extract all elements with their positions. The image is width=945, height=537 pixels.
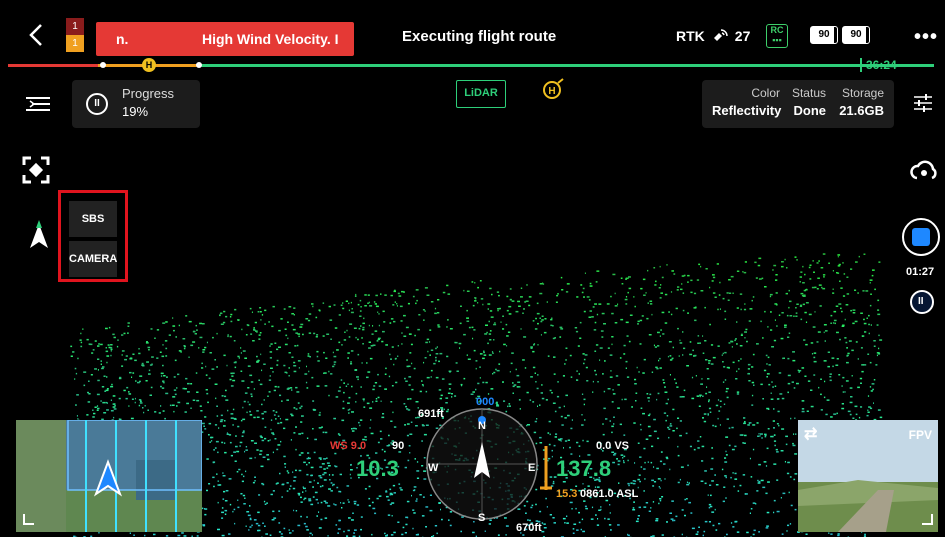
battery-right-value: 90 — [850, 29, 862, 40]
lidar-button[interactable]: LiDAR — [456, 80, 506, 108]
remaining-time: 36:24 — [860, 58, 897, 72]
rtk-label: RTK — [676, 28, 705, 44]
home-point-marker: H — [142, 58, 156, 72]
rc-signal-icon[interactable]: RC ▪▪▪ — [766, 24, 788, 48]
wind-direction: 90 — [392, 440, 405, 452]
satellite-icon — [713, 29, 728, 41]
compass-e: E — [528, 462, 536, 474]
aircraft-heading-icon — [30, 220, 48, 248]
height-top: 691ft — [418, 408, 444, 420]
pause-route-button[interactable]: II — [86, 93, 108, 115]
lidar-info-card[interactable]: Color Reflectivity Status Done Storage 2… — [702, 80, 894, 128]
flight-status: Executing flight route — [402, 28, 557, 45]
storage-value: 21.6GB — [839, 103, 884, 118]
color-value: Reflectivity — [712, 103, 782, 118]
height-bottom: 670ft — [516, 522, 542, 534]
back-icon[interactable] — [24, 22, 50, 48]
recording-time: 01:27 — [906, 266, 935, 278]
swap-view-icon[interactable]: ⇄ — [804, 424, 817, 444]
expand-fpv-icon[interactable] — [920, 512, 934, 526]
alert-message: High Wind Velocity. I — [202, 31, 339, 47]
vertical-speed: 0.0 VS — [596, 440, 630, 452]
alert-fragment: n. — [116, 31, 129, 47]
home-point-icon: H — [543, 78, 564, 99]
aircraft-battery[interactable]: 90 — [810, 26, 838, 44]
focus-frame-icon[interactable] — [22, 156, 50, 184]
compass-n: N — [478, 420, 486, 432]
status-label: Status — [791, 86, 826, 100]
progress-card[interactable]: II Progress 19% — [72, 80, 200, 128]
altitude: 137.8 — [556, 456, 612, 481]
compass-s: S — [478, 512, 486, 524]
map-canvas — [16, 420, 202, 532]
sbs-view-option[interactable]: SBS — [69, 201, 117, 237]
altitude-asl: 0861.0 ASL — [580, 488, 639, 500]
alert-count-badge[interactable]: 1 1 — [66, 18, 84, 52]
home-marker-label: H — [548, 86, 555, 97]
sliders-icon[interactable] — [912, 92, 934, 114]
expand-map-icon[interactable] — [22, 512, 36, 526]
satellite-count: 27 — [734, 28, 751, 44]
wind-speed: WS 9.0 — [330, 440, 367, 452]
error-count: 1 — [66, 18, 84, 35]
storage-label: Storage — [841, 86, 884, 100]
flight-menu-icon[interactable] — [24, 92, 52, 116]
cloud-sync-icon[interactable] — [910, 158, 938, 182]
warning-count: 1 — [66, 35, 84, 52]
record-button[interactable] — [902, 218, 940, 256]
fpv-preview[interactable]: ⇄ FPV — [798, 420, 938, 532]
horizontal-speed: 10.3 — [356, 456, 399, 481]
alert-banner[interactable]: n. High Wind Velocity. I — [96, 22, 354, 56]
more-menu-button[interactable]: ••• — [914, 26, 938, 49]
rtk-status[interactable]: RTK 27 — [676, 28, 750, 44]
progress-value: 19% — [122, 104, 149, 119]
compass-w: W — [428, 462, 439, 474]
rc-label: RC — [770, 25, 784, 35]
distance: 15.3 — [556, 488, 578, 500]
waypoint-dot — [196, 62, 202, 68]
stop-record-icon — [912, 228, 930, 246]
pause-glyph: II — [918, 296, 924, 307]
heading-marker: 000 — [476, 396, 495, 408]
camera-view-option[interactable]: CAMERA — [69, 241, 117, 277]
waypoint-dot — [100, 62, 106, 68]
status-value: Done — [793, 103, 827, 118]
mini-map[interactable] — [16, 420, 202, 532]
fpv-label: FPV — [908, 428, 932, 442]
battery-left-value: 90 — [818, 29, 830, 40]
color-label: Color — [751, 86, 780, 100]
rc-battery[interactable]: 90 — [842, 26, 870, 44]
view-mode-switch[interactable]: SBS CAMERA — [58, 190, 128, 282]
pause-recording-button[interactable]: II — [910, 290, 934, 314]
progress-label: Progress — [122, 86, 175, 101]
